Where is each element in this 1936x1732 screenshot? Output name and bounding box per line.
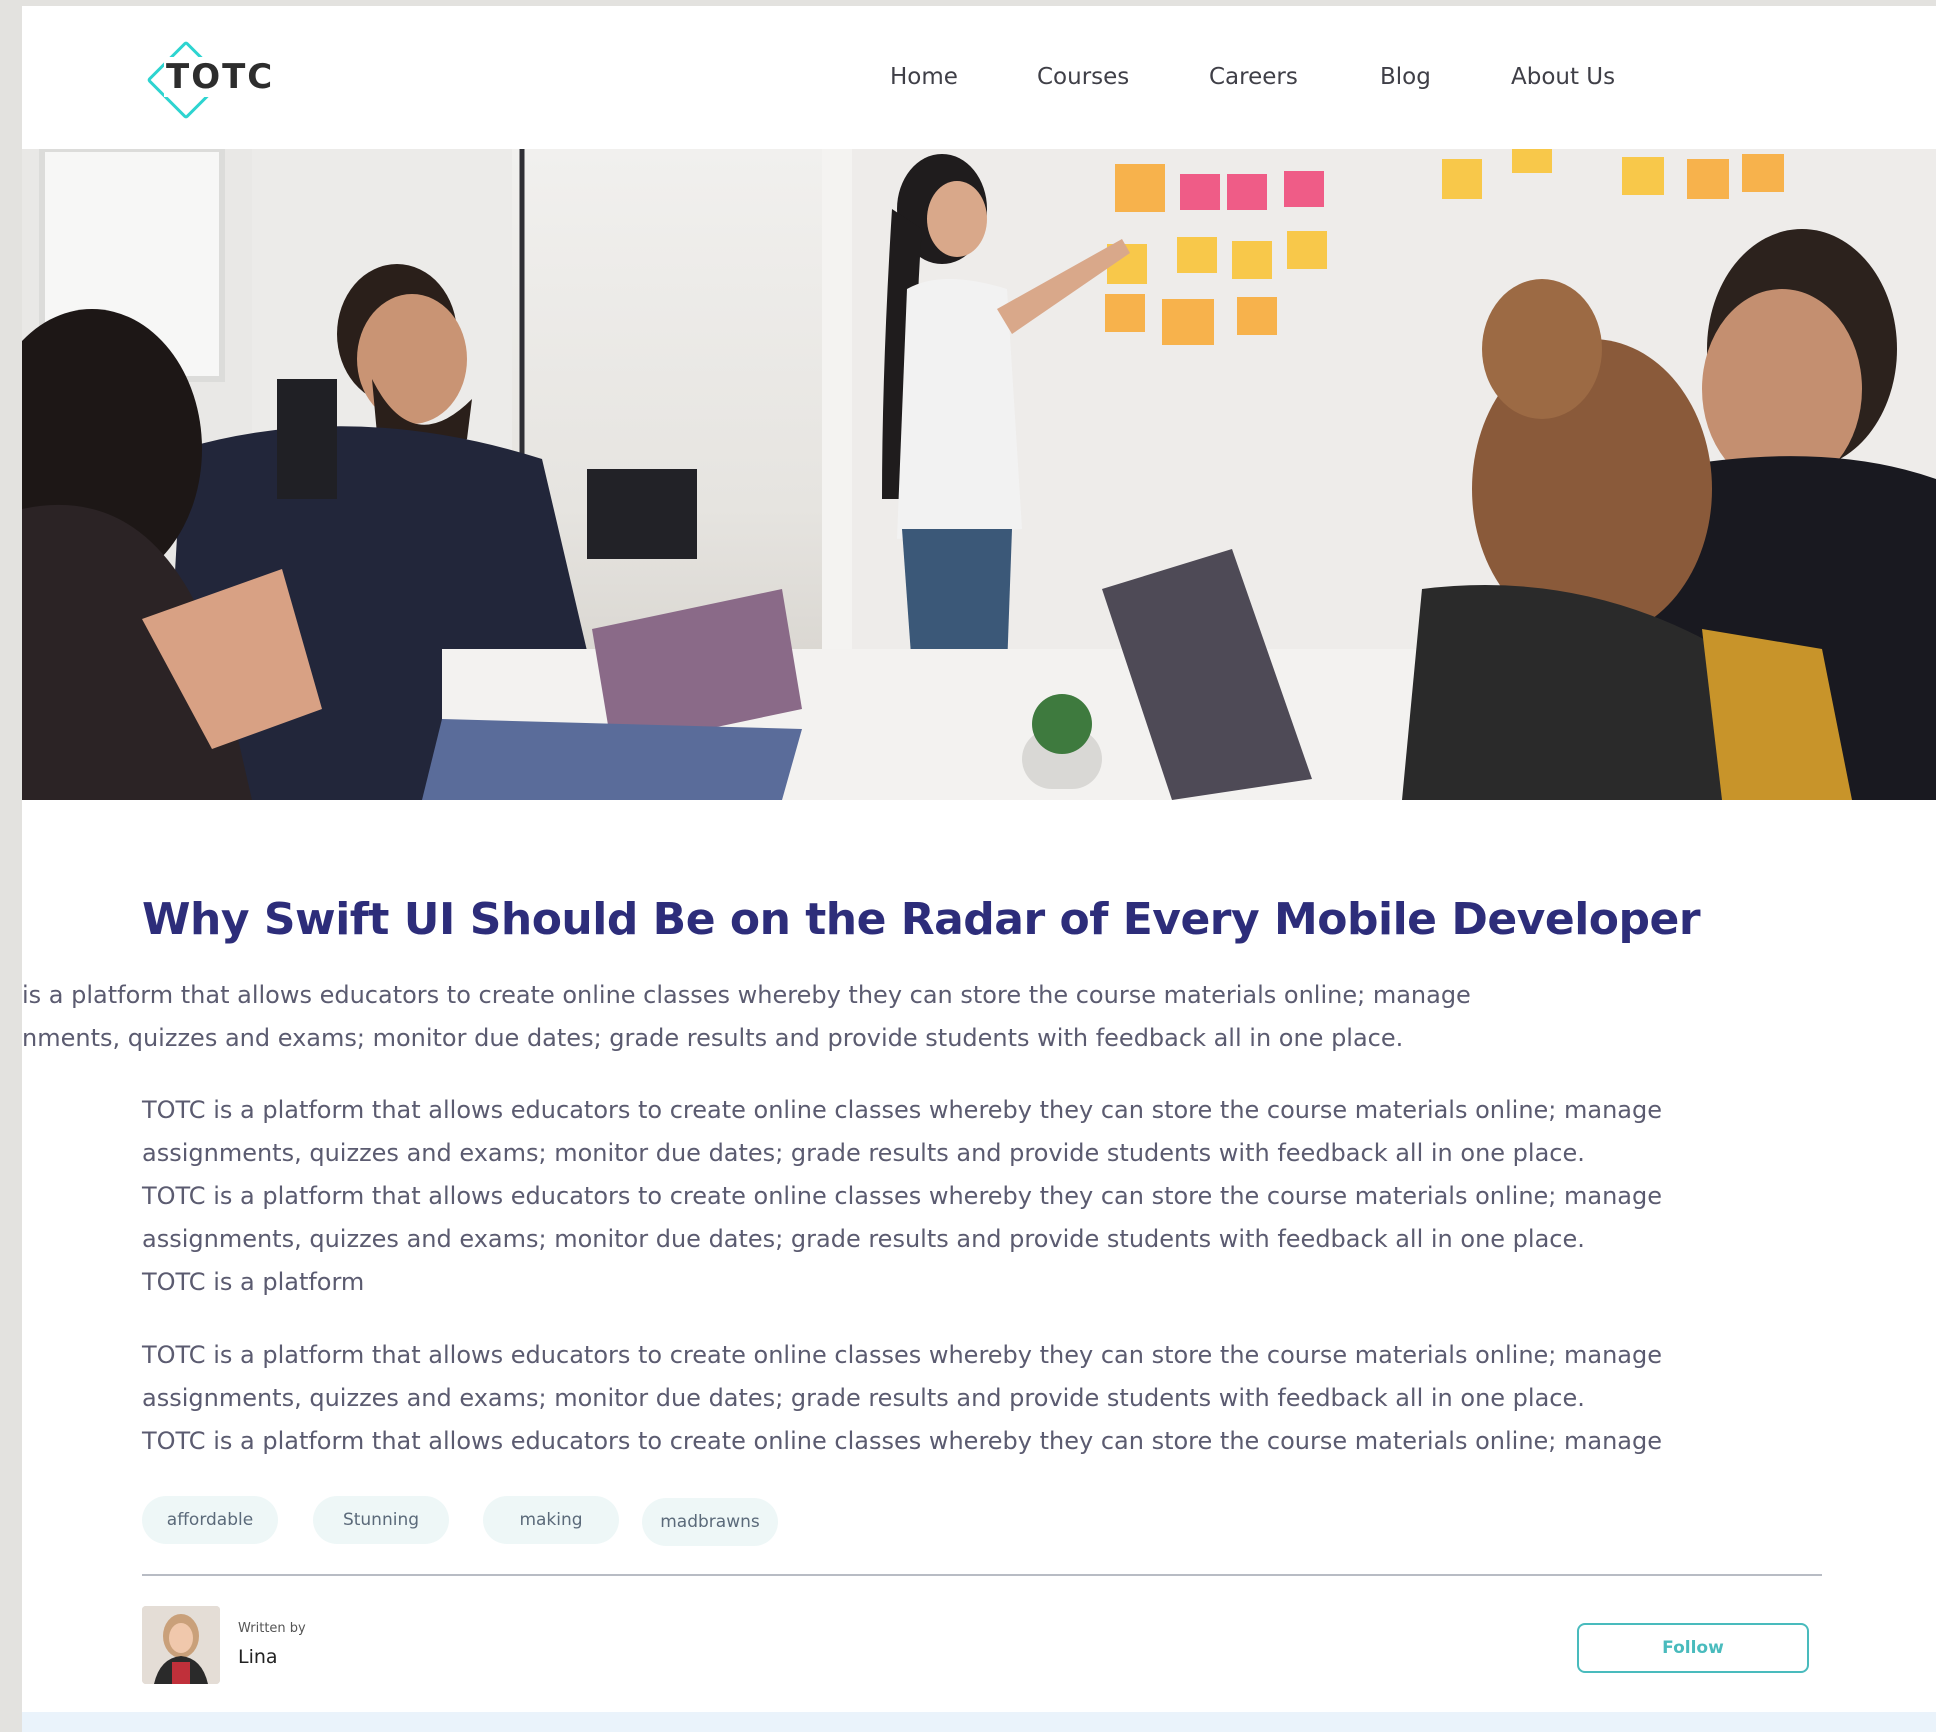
paragraph-line: TOTC is a platform that allows educators… [142, 1182, 1663, 1210]
paragraph-line: TOTC is a platform that allows educators… [142, 1341, 1663, 1369]
tag-making[interactable]: making [483, 1496, 619, 1544]
nav-home[interactable]: Home [890, 64, 958, 90]
follow-button[interactable]: Follow [1577, 1623, 1809, 1673]
paragraph-line: TOTC is a platform that allows educators… [142, 1096, 1663, 1124]
nav-about-us[interactable]: About Us [1511, 64, 1615, 90]
nav-courses[interactable]: Courses [1037, 64, 1129, 90]
totc-logo[interactable]: TOTC [144, 40, 284, 120]
divider [142, 1574, 1822, 1576]
tag-stunning[interactable]: Stunning [313, 1496, 449, 1544]
footer-strip [22, 1712, 1936, 1732]
nav-blog[interactable]: Blog [1380, 64, 1431, 90]
nav-careers[interactable]: Careers [1209, 64, 1298, 90]
paragraph-line: TOTC is a platform [142, 1268, 365, 1296]
intro-line: nments, quizzes and exams; monitor due d… [22, 1024, 1404, 1052]
paragraph-line: TOTC is a platform that allows educators… [142, 1427, 1663, 1455]
logo-text: TOTC [164, 57, 277, 97]
paragraph-line: assignments, quizzes and exams; monitor … [142, 1139, 1585, 1167]
hero-image [22, 149, 1936, 800]
paragraph-line: assignments, quizzes and exams; monitor … [142, 1384, 1585, 1412]
classroom-photo [22, 149, 1936, 800]
author-name[interactable]: Lina [238, 1646, 278, 1668]
paragraph-line: assignments, quizzes and exams; monitor … [142, 1225, 1585, 1253]
tag-affordable[interactable]: affordable [142, 1496, 278, 1544]
written-by-label: Written by [238, 1621, 306, 1636]
author-photo-image [142, 1606, 220, 1684]
site-header: TOTC Home Courses Careers Blog About Us [22, 6, 1936, 149]
article-title: Why Swift UI Should Be on the Radar of E… [142, 894, 1701, 945]
author-avatar[interactable] [142, 1606, 220, 1684]
intro-line: is a platform that allows educators to c… [22, 981, 1471, 1009]
article-paragraph-2: TOTC is a platform that allows educators… [142, 1334, 1662, 1463]
article-intro: is a platform that allows educators to c… [22, 974, 1471, 1060]
page: TOTC Home Courses Careers Blog About Us [22, 6, 1936, 1732]
article-paragraph-1: TOTC is a platform that allows educators… [142, 1089, 1662, 1304]
tag-madbrawns[interactable]: madbrawns [642, 1498, 778, 1546]
